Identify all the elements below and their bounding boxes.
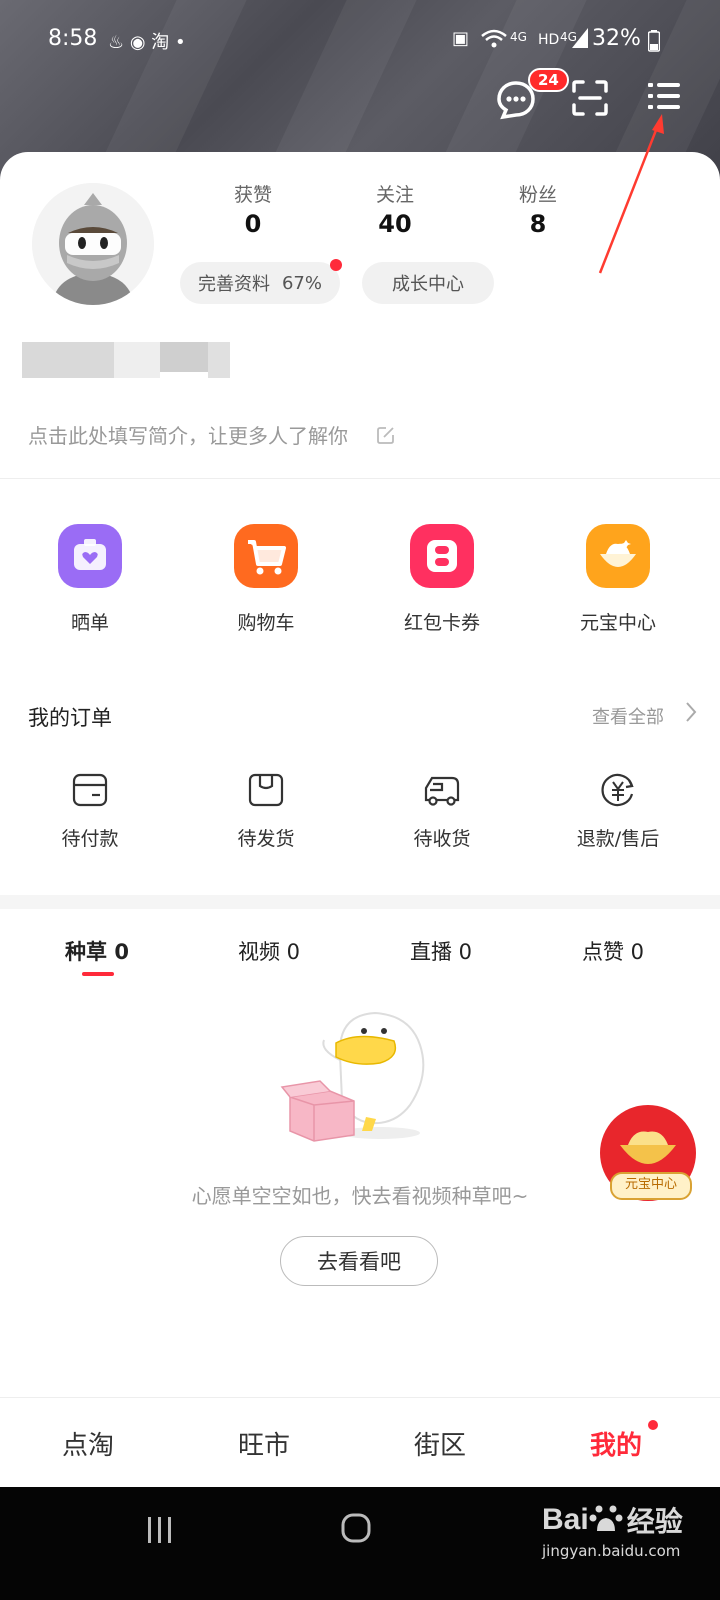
cart-icon	[234, 524, 298, 588]
ingot-icon	[586, 524, 650, 588]
order-refund[interactable]: 退款/售后	[528, 770, 708, 851]
status-time: 8:58	[48, 26, 98, 51]
nav-notification-dot	[648, 1420, 658, 1430]
quick-entry-cart[interactable]: 购物车	[176, 524, 356, 635]
see-all-orders-link[interactable]: 查看全部	[592, 703, 664, 729]
quick-entry-label: 元宝中心	[579, 612, 656, 634]
username-redacted-3	[160, 342, 208, 372]
package-icon	[176, 770, 356, 814]
stat-label-fans: 粉丝	[518, 184, 557, 206]
chevron-right-icon[interactable]	[684, 700, 698, 730]
tab-likes[interactable]: 点赞 0	[548, 936, 678, 966]
my-orders-title: 我的订单	[28, 706, 112, 730]
order-label: 待发货	[237, 828, 295, 850]
stat-value-following[interactable]: 40	[340, 210, 450, 238]
stat-label-following: 关注	[375, 184, 414, 206]
tab-count: 0	[458, 940, 473, 964]
tab-count: 0	[630, 940, 645, 964]
tab-label: 种草	[65, 940, 108, 964]
stat-value-fans[interactable]: 8	[483, 210, 593, 238]
section-divider	[0, 478, 720, 479]
order-label: 待付款	[61, 828, 119, 850]
order-pending-shipment[interactable]: 待发货	[176, 770, 356, 851]
stat-value-likes[interactable]: 0	[198, 210, 308, 238]
username-redacted-2	[114, 342, 160, 378]
growth-center-button[interactable]: 成长中心	[362, 262, 494, 304]
tab-seeding[interactable]: 种草 0	[32, 936, 162, 966]
signal-icon	[572, 28, 588, 53]
nav-diantao[interactable]: 点淘	[28, 1425, 148, 1462]
recent-apps-icon[interactable]	[146, 1515, 174, 1549]
section-spacer	[0, 895, 720, 909]
empty-duck-illustration	[280, 1005, 440, 1149]
stat-label-likes: 获赞	[233, 184, 272, 206]
tab-videos[interactable]: 视频 0	[204, 936, 334, 966]
camera-heart-icon	[58, 524, 122, 588]
wifi-icon	[480, 28, 508, 55]
nav-jiequ[interactable]: 街区	[380, 1425, 500, 1462]
username-redacted-4	[208, 342, 230, 378]
username-redacted	[22, 342, 114, 378]
wallet-icon	[0, 770, 180, 814]
notification-dot	[330, 259, 342, 271]
tab-count: 0	[286, 940, 301, 964]
order-label: 待收货	[413, 828, 471, 850]
battery-percent: 32%	[592, 26, 641, 51]
hd-label: HD	[538, 32, 560, 48]
bio-input[interactable]: 点击此处填写简介，让更多人了解你	[28, 420, 396, 450]
coupon-icon	[410, 524, 474, 588]
notification-icon: ♨ ◉ 淘 •	[108, 32, 186, 53]
tab-label: 视频	[237, 940, 280, 964]
quick-entry-label: 晒单	[70, 612, 109, 634]
watermark-url: jingyan.baidu.com	[542, 1542, 681, 1560]
edit-icon	[376, 425, 396, 450]
watermark-brand: Bai	[542, 1503, 589, 1536]
quick-entry-show-order[interactable]: 晒单	[0, 524, 180, 635]
avatar[interactable]	[32, 183, 154, 305]
battery-saver-icon: ▣	[452, 28, 470, 49]
baidu-jingyan-watermark: Bai 经验 jingyan.baidu.com	[542, 1500, 683, 1560]
bio-placeholder: 点击此处填写简介，让更多人了解你	[28, 424, 348, 448]
paw-icon	[589, 1501, 623, 1539]
quick-entry-label: 红包卡券	[403, 612, 480, 634]
network-label: 4G	[510, 30, 527, 44]
annotation-arrow	[592, 108, 672, 282]
order-pending-receipt[interactable]: 待收货	[352, 770, 532, 851]
quick-entry-coupons[interactable]: 红包卡券	[352, 524, 532, 635]
refund-icon	[528, 770, 708, 814]
floating-ingot-label[interactable]: 元宝中心	[610, 1172, 692, 1200]
tab-live[interactable]: 直播 0	[376, 936, 506, 966]
tab-label: 点赞	[581, 940, 624, 964]
order-pending-payment[interactable]: 待付款	[0, 770, 180, 851]
quick-entry-ingot-center[interactable]: 元宝中心	[528, 524, 708, 635]
watermark-brand2: 经验	[626, 1505, 683, 1538]
nav-mine[interactable]: 我的	[556, 1425, 676, 1462]
battery-icon	[647, 30, 661, 56]
quick-entry-label: 购物车	[237, 612, 295, 634]
complete-profile-label: 完善资料	[197, 274, 270, 295]
tab-label: 直播	[409, 940, 452, 964]
active-tab-indicator	[82, 972, 114, 976]
truck-icon	[352, 770, 532, 814]
go-browse-button[interactable]: 去看看吧	[280, 1236, 438, 1286]
order-label: 退款/售后	[576, 828, 660, 850]
complete-profile-button[interactable]: 完善资料 67%	[180, 262, 340, 304]
home-icon[interactable]	[340, 1512, 372, 1548]
nav-wangshi[interactable]: 旺市	[204, 1425, 324, 1462]
message-count-badge: 24	[528, 68, 569, 92]
complete-profile-percent: 67%	[281, 272, 322, 294]
tab-count: 0	[114, 940, 129, 964]
